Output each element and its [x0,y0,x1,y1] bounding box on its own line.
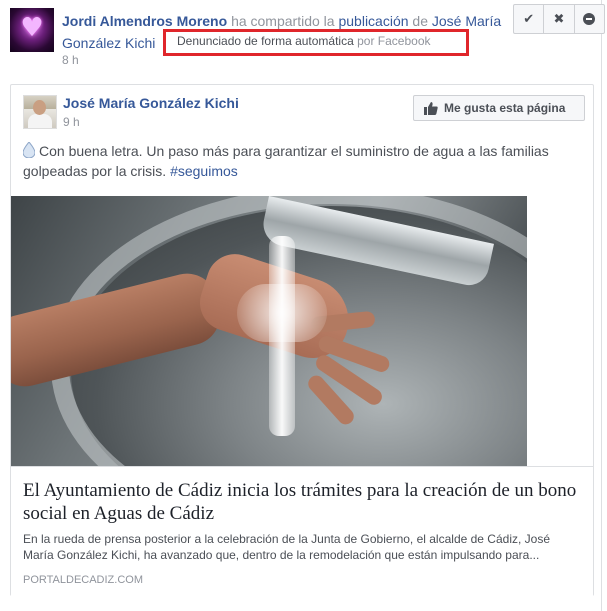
page-name-link[interactable]: José María González Kichi [63,95,239,111]
article-description: En la rueda de prensa posterior a la cel… [23,532,550,562]
moderation-actions: ✔ ✖ [513,4,605,34]
minus-circle-icon [583,13,596,25]
post-timestamp[interactable]: 9 h [63,115,80,129]
avatar-head [33,100,46,115]
original-author-link-part1[interactable]: José María [432,13,501,29]
link-preview-text[interactable]: El Ayuntamiento de Cádiz inicia los trám… [11,466,593,596]
publication-link[interactable]: publicación [338,13,408,29]
share-timestamp[interactable]: 8 h [62,53,79,67]
link-preview-image[interactable] [11,196,527,466]
dismiss-button[interactable]: ✖ [543,5,573,33]
feed-edge-divider [601,0,602,611]
article-source: PORTALDECADIZ.COM [23,574,143,586]
sharer-name-link[interactable]: Jordi Almendros Moreno [62,13,227,29]
approve-button[interactable]: ✔ [514,5,543,33]
share-preposition: de [412,13,428,29]
water-stream [269,236,295,436]
hashtag-link[interactable]: #seguimos [170,163,238,179]
like-page-button[interactable]: Me gusta esta página [413,95,585,121]
thumbs-up-icon [424,102,438,115]
hide-button[interactable] [573,5,604,33]
original-author-link-part2[interactable]: González Kichi [62,35,155,51]
avatar-shirt [28,114,52,128]
sharer-avatar[interactable]: ♥ [10,8,54,52]
post-text: Con buena letra. Un paso más para garant… [23,143,549,179]
shared-post-card: José María González Kichi 9 h Me gusta e… [10,84,594,596]
check-icon: ✔ [523,11,535,27]
page-avatar[interactable] [23,95,57,129]
report-highlight-box [163,29,469,56]
like-page-label: Me gusta esta página [444,101,566,115]
close-icon: ✖ [553,11,565,27]
water-drop-icon [23,142,35,158]
post-body: Con buena letra. Un paso más para garant… [23,141,583,181]
article-title[interactable]: El Ayuntamiento de Cádiz inicia los trám… [23,479,579,525]
share-action-text: ha compartido la [231,13,335,29]
heart-logo-icon: ♥ [20,13,44,43]
